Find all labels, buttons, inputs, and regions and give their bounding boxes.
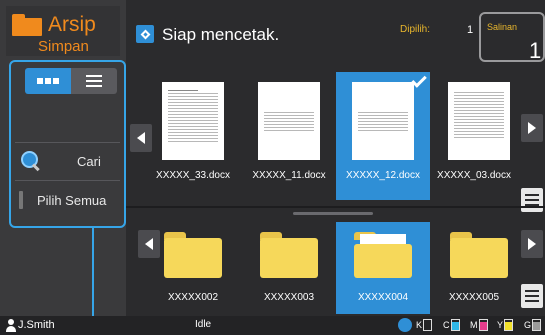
document-thumbnail (162, 82, 224, 160)
document-name: XXXXX_11.docx (252, 170, 326, 181)
ink-label: Y (497, 320, 504, 330)
ink-label: K (416, 320, 423, 330)
copies-label: Salinan (487, 22, 518, 32)
ink-bar (423, 319, 433, 331)
selected-label: Dipilih: (400, 24, 431, 35)
folder-icon (164, 232, 222, 278)
document-item[interactable]: XXXXX_33.docx (146, 72, 240, 200)
ink-bar (450, 319, 460, 331)
ink-level-y: Y (497, 319, 514, 331)
folder-item[interactable]: XXXXX005 (432, 222, 516, 314)
grid-icon (37, 78, 59, 84)
chevron-left-icon (137, 132, 145, 144)
folder-item[interactable]: XXXXX003 (242, 222, 336, 314)
ready-icon (136, 25, 154, 43)
sidebar: Arsip Simpan Cari Pilih Semua (0, 0, 126, 326)
archive-title: Arsip (12, 12, 96, 38)
archive-subtitle: Simpan (38, 38, 89, 55)
ink-level-m: M (470, 319, 488, 331)
network-link-icon (398, 318, 412, 332)
archive-label: Arsip (48, 13, 96, 36)
selected-count: 1 (467, 24, 474, 36)
open-folder-icon (354, 232, 412, 278)
document-item-selected[interactable]: XXXXX_12.docx (336, 72, 430, 200)
document-item[interactable]: XXXXX_11.docx (242, 72, 336, 200)
copies-value: 1 (529, 38, 542, 63)
ink-bar (504, 319, 514, 331)
chevron-right-icon (528, 122, 536, 134)
grid-view-button[interactable] (25, 68, 71, 94)
list-view-button[interactable] (71, 68, 117, 94)
folder-item[interactable]: XXXXX002 (146, 222, 240, 314)
ink-label: M (470, 320, 478, 330)
documents-next-button[interactable] (521, 114, 543, 142)
document-name: XXXXX_12.docx (346, 170, 420, 181)
user-icon (6, 319, 16, 333)
document-thumbnail (352, 82, 414, 160)
select-all-checkbox (19, 191, 23, 209)
callout-line (92, 228, 94, 326)
document-name: XXXXX_03.docx (437, 170, 511, 181)
select-all-label: Pilih Semua (37, 192, 107, 208)
document-item[interactable]: XXXXX_03.docx (432, 72, 516, 200)
document-thumbnail (448, 82, 510, 160)
status-message: Siap mencetak. (162, 25, 280, 44)
folder-name: XXXXX005 (448, 292, 500, 303)
folder-name: XXXXX002 (167, 292, 219, 303)
folder-icon (450, 232, 508, 278)
search-icon (21, 151, 41, 171)
ink-level-k: K (416, 319, 433, 331)
ink-label: G (524, 320, 532, 330)
status-bar: J.Smith Idle K C M Y G (0, 316, 545, 335)
user-name[interactable]: J.Smith (18, 319, 55, 331)
folder-icon (260, 232, 318, 278)
ink-label: C (443, 320, 450, 330)
document-name: XXXXX_33.docx (156, 170, 230, 181)
document-thumbnail (258, 82, 320, 160)
folders-next-button[interactable] (521, 230, 543, 258)
view-toggle (25, 68, 117, 94)
tool-panel: Cari Pilih Semua (9, 60, 126, 228)
ink-level-c: C (443, 319, 460, 331)
folder-item-selected[interactable]: XXXXX004 (336, 222, 430, 314)
search-button[interactable]: Cari (21, 148, 121, 174)
search-label: Cari (77, 153, 101, 169)
folder-name: XXXXX004 (357, 292, 409, 303)
divider (15, 142, 120, 143)
folder-name: XXXXX003 (263, 292, 315, 303)
folders-menu-button[interactable] (521, 284, 543, 308)
chevron-right-icon (528, 238, 536, 250)
documents-menu-button[interactable] (521, 188, 543, 212)
divider (15, 180, 120, 181)
printer-state: Idle (195, 319, 212, 330)
folder-icon (12, 14, 42, 36)
list-icon (86, 75, 102, 87)
header: Siap mencetak. Dipilih: 1 Salinan 1 (126, 0, 545, 63)
ink-level-g: G (524, 319, 542, 331)
ink-bar (532, 319, 542, 331)
row-divider (126, 206, 545, 208)
main-area: Siap mencetak. Dipilih: 1 Salinan 1 XXXX… (126, 0, 545, 316)
documents-scrollbar[interactable] (293, 212, 373, 215)
ink-bar (478, 319, 488, 331)
select-all-button[interactable]: Pilih Semua (19, 186, 125, 214)
copies-button[interactable]: Salinan 1 (479, 12, 545, 63)
